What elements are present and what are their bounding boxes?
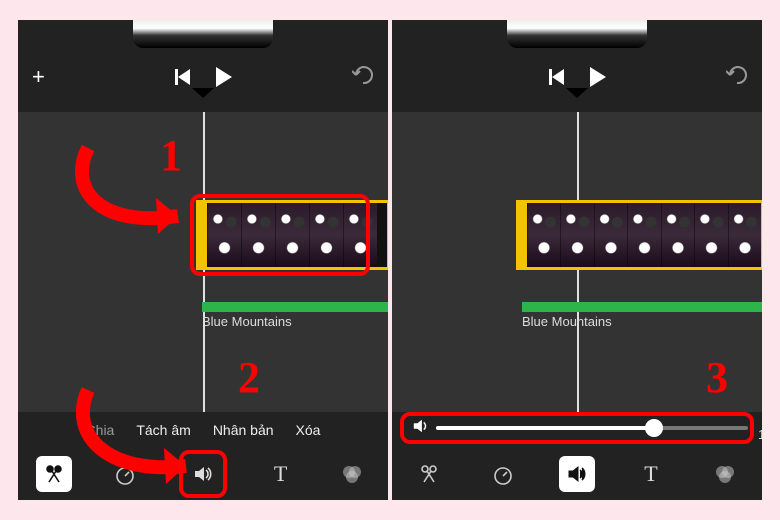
tool-actions[interactable] [36,456,72,492]
volume-slider[interactable] [436,426,748,430]
annotation-number-2: 2 [238,352,260,403]
tool-filters[interactable] [334,456,370,492]
tool-actions[interactable] [411,456,447,492]
editor-screen-1: + Blue Mountains [18,20,388,500]
tool-speed[interactable] [485,456,521,492]
prev-frame-button[interactable] [549,69,564,85]
tool-volume[interactable] [559,456,595,492]
volume-icon [412,417,430,440]
editor-toolbar: T [18,448,388,500]
tutorial-container: + Blue Mountains [18,20,762,500]
timeline-area[interactable]: Blue Mountains [18,112,388,412]
audio-track-label: Blue Mountains [522,314,612,329]
preview-thumbnail [507,20,647,48]
audio-track[interactable] [202,302,388,312]
volume-control-row [400,412,754,444]
annotation-number-3: 3 [706,352,728,403]
editor-toolbar: T [392,448,762,500]
volume-percent-label: 100% [758,427,762,442]
audio-track-label: Blue Mountains [202,314,292,329]
clip-handle-left[interactable] [519,203,527,267]
action-split[interactable]: Chia [86,422,115,438]
play-button[interactable] [590,67,606,87]
playback-controls: + [18,62,388,92]
annotation-highlight-volume-tool [179,450,227,498]
action-detach-audio[interactable]: Tách âm [136,422,190,438]
video-clip[interactable] [516,200,762,270]
prev-frame-button[interactable] [175,69,190,85]
tool-speed[interactable] [107,456,143,492]
clip-action-row: Chia Tách âm Nhân bản Xóa [18,412,388,448]
undo-button[interactable] [726,66,748,89]
tool-titles[interactable]: T [633,456,669,492]
playback-controls [392,62,762,92]
undo-button[interactable] [352,66,374,89]
playhead-marker [192,88,214,98]
tool-filters[interactable] [707,456,743,492]
tool-titles[interactable]: T [263,456,299,492]
clip-handle-left[interactable] [199,203,207,267]
tool-volume[interactable] [185,456,221,492]
volume-slider-fill [436,426,654,430]
audio-track[interactable] [522,302,762,312]
editor-screen-2: Blue Mountains 100% T [392,20,762,500]
playhead-marker [566,88,588,98]
play-button[interactable] [216,67,232,87]
action-duplicate[interactable]: Nhân bản [213,422,274,438]
annotation-number-1: 1 [160,130,182,181]
action-delete[interactable]: Xóa [296,422,321,438]
video-clip[interactable] [196,200,388,270]
add-media-button[interactable]: + [32,64,45,90]
volume-slider-thumb[interactable] [645,419,663,437]
preview-thumbnail [133,20,273,48]
